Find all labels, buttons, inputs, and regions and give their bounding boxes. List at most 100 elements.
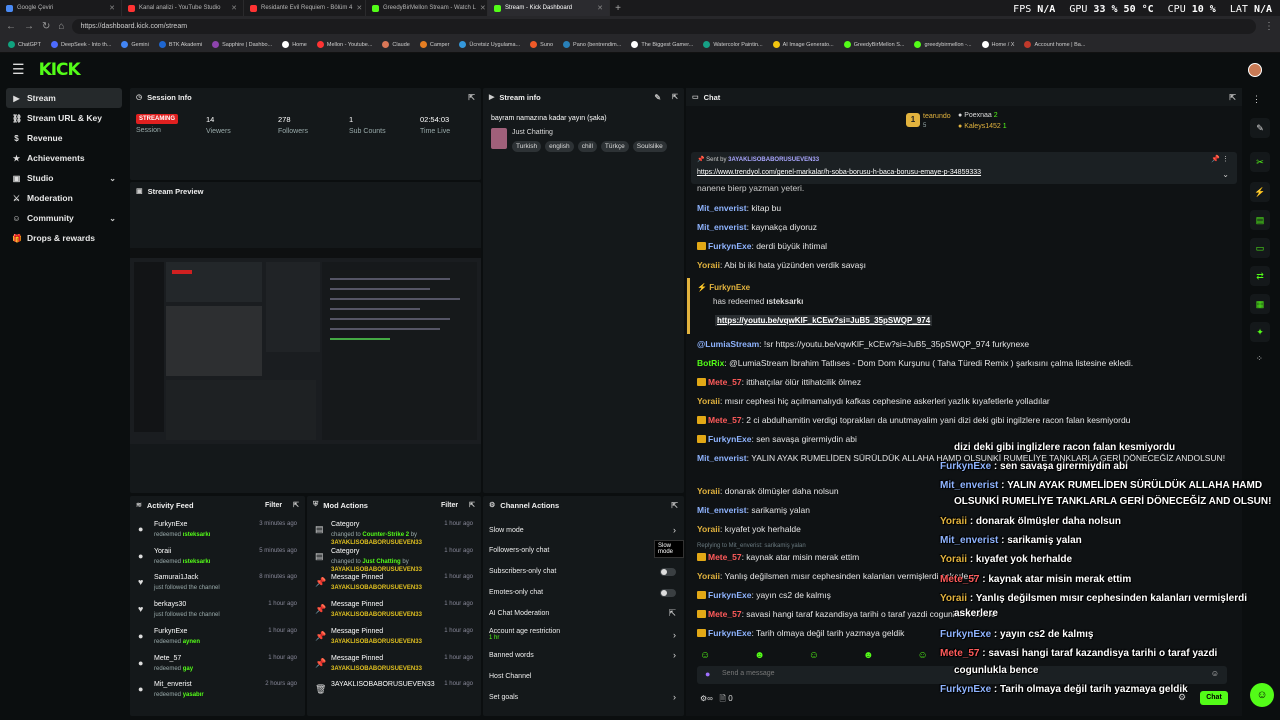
expand-icon[interactable]: ⌄ [1222, 170, 1229, 179]
chat-send-button[interactable]: Chat [1200, 691, 1228, 705]
chat-message[interactable]: Mit_enverist: kitap bu [697, 202, 1227, 214]
sidebar-item[interactable]: ▣ Studio ⌄ [6, 168, 122, 188]
bookmark-item[interactable]: Home / X [978, 41, 1019, 48]
popout-icon[interactable]: ⇱ [1229, 93, 1236, 102]
sidebar-item[interactable]: ▶ Stream [6, 88, 122, 108]
sidebar-item[interactable]: $ Revenue [6, 128, 122, 148]
chevron-right-icon[interactable]: › [673, 650, 676, 660]
mic-icon[interactable]: ● [705, 669, 710, 679]
chat-username[interactable]: Yoraii [697, 260, 720, 270]
channel-action-item[interactable]: Emotes-only chat [489, 584, 676, 602]
chat-username[interactable]: Mete_57 [708, 552, 742, 562]
support-chat-icon[interactable]: ☺ [1250, 683, 1274, 707]
emoji-picker-icon[interactable]: ☺ [1211, 669, 1219, 678]
browser-tab[interactable]: Residante Evil Requiem - Bölüm 4 ✕ [244, 0, 366, 16]
activity-user[interactable]: FurkynExe [154, 521, 187, 528]
chat-message[interactable]: Yoraii: mısır cephesi hiç açılmamalıydı … [697, 395, 1227, 407]
chat-username[interactable]: FurkynExe [708, 434, 751, 444]
chat-username[interactable]: Yoraii [697, 396, 720, 406]
bookmark-item[interactable]: AI Image Generato... [769, 41, 838, 48]
chat-username[interactable]: Mete_57 [708, 415, 742, 425]
preview-video[interactable] [130, 248, 481, 444]
popout-icon[interactable]: ⇱ [672, 93, 678, 101]
bookmark-item[interactable]: Claude [378, 41, 413, 48]
chevron-right-icon[interactable]: › [673, 692, 676, 702]
bookmark-item[interactable]: The Biggest Gamer... [627, 41, 697, 48]
emote-icon[interactable]: ☺ [918, 650, 928, 661]
chat-message[interactable]: Mete_57: 2 ci abdulhamitin verdigi topra… [697, 414, 1227, 426]
host-icon[interactable]: ▦ [1250, 294, 1270, 314]
activity-user[interactable]: FurkynExe [154, 628, 187, 635]
mod-action-user[interactable]: 3AYAKLISOBABORUSUEVEN33 [331, 666, 422, 672]
popout-icon[interactable]: ⇱ [468, 93, 475, 102]
chat-message[interactable]: BotRix: @LumiaStream İbrahim Tatlıses - … [697, 357, 1227, 369]
clipboard-icon[interactable]: ▤ [1250, 210, 1270, 230]
chat-username[interactable]: BotRix [697, 358, 724, 368]
message-icon[interactable]: ▭ [1250, 238, 1270, 258]
emote-icon[interactable]: ☺ [809, 650, 819, 661]
mod-action-user[interactable]: 3AYAKLISOBABORUSUEVEN33 [331, 585, 422, 591]
tab-close-icon[interactable]: ✕ [231, 4, 237, 12]
toggle-switch[interactable] [660, 588, 676, 597]
chat-username[interactable]: Yoraii [697, 524, 720, 534]
mod-action-user[interactable]: 3AYAKLISOBABORUSUEVEN33 [331, 639, 422, 645]
reload-icon[interactable]: ↻ [42, 21, 50, 32]
activity-user[interactable]: berkays30 [154, 601, 186, 608]
chat-username[interactable]: FurkynExe [708, 241, 751, 251]
tab-close-icon[interactable]: ✕ [597, 4, 603, 12]
bookmark-item[interactable]: ChatGPT [4, 41, 45, 48]
bookmark-item[interactable]: GreedyBirMellon S... [840, 41, 909, 48]
pen-icon[interactable]: ✎ [1250, 118, 1270, 138]
sidebar-item[interactable]: ⛓ Stream URL & Key [6, 108, 122, 128]
chat-username[interactable]: Yoraii [697, 486, 720, 496]
browser-tab[interactable]: GreedyBirMellon Stream - Watch L ✕ [366, 0, 488, 16]
forward-icon[interactable]: → [24, 21, 34, 32]
sidebar-item[interactable]: ★ Achievements [6, 148, 122, 168]
channel-action-item[interactable]: Set goals › [489, 688, 676, 706]
chevron-right-icon[interactable]: › [673, 525, 676, 535]
stream-tag[interactable]: chill [577, 141, 597, 152]
bookmark-item[interactable]: Account home | Ba... [1020, 41, 1089, 48]
chevron-right-icon[interactable]: › [673, 630, 676, 640]
chat-message[interactable]: Mete_57: ittihatçılar ölür ittihatcilik … [697, 376, 1227, 388]
chevron-down-icon[interactable]: ⌄ [109, 174, 116, 183]
emote-icon[interactable]: ☻ [754, 650, 765, 661]
bookmark-item[interactable]: Suno [526, 41, 557, 48]
home-icon[interactable]: ⌂ [58, 21, 64, 32]
mod-action-user[interactable]: 3AYAKLISOBABORUSUEVEN33 [331, 612, 422, 618]
bookmark-item[interactable]: Pano (bentrendim... [559, 41, 625, 48]
popout-icon[interactable]: ⇱ [671, 501, 678, 510]
toggle-switch[interactable] [660, 567, 676, 576]
activity-user[interactable]: Mit_enverist [154, 681, 192, 688]
chat-username[interactable]: Yoraii [697, 571, 720, 581]
chat-username[interactable]: Mit_enverist [697, 453, 747, 463]
bookmark-item[interactable]: Ücretsiz Uygulama... [455, 41, 524, 48]
bookmark-item[interactable]: DeepSeek - Into th... [47, 41, 115, 48]
channel-action-item[interactable]: Slow mode › [489, 521, 676, 539]
browser-tab[interactable]: Kanal analizi - YouTube Studio ✕ [122, 0, 244, 16]
stream-tag[interactable]: Soulslike [632, 141, 667, 152]
redeem-link[interactable]: https://youtu.be/vqwKlF_kCEw?si=JuB5_35p… [715, 315, 933, 326]
bookmark-item[interactable]: Home [278, 41, 311, 48]
bookmark-item[interactable]: Sapphire | Dashbo... [208, 41, 276, 48]
menu-icon[interactable]: ⋮ [1264, 21, 1274, 32]
chat-username[interactable]: Mit_enverist [697, 505, 747, 515]
emote-icon[interactable]: ☺ [700, 650, 710, 661]
cut-icon[interactable]: ✂ [1250, 152, 1270, 172]
bookmark-item[interactable]: BTK Akademi [155, 41, 206, 48]
chat-username[interactable]: FurkynExe [708, 628, 751, 638]
chat-username[interactable]: FurkynExe [708, 590, 751, 600]
chat-username[interactable]: @LumiaStream [697, 339, 759, 349]
chat-message[interactable]: Mit_enverist: kaynakça diyoruz [697, 221, 1227, 233]
pinned-link[interactable]: https://www.trendyol.com/genel-markalar/… [697, 169, 981, 176]
chat-username[interactable]: Mete_57 [708, 377, 742, 387]
chat-message[interactable]: @LumiaStream: !sr https://youtu.be/vqwKl… [697, 338, 1227, 350]
tab-close-icon[interactable]: ✕ [109, 4, 115, 12]
mod-action-user[interactable]: 3AYAKLISOBABORUSUEVEN33 [331, 567, 422, 573]
channel-action-item[interactable]: Subscribers-only chat [489, 563, 676, 581]
chat-message[interactable]: Yoraii: Abi bi iki hata yüzünden verdik … [697, 259, 1227, 271]
external-link-icon[interactable]: ⇱ [668, 608, 676, 619]
tab-close-icon[interactable]: ✕ [480, 4, 486, 12]
activity-user[interactable]: Yoraii [154, 548, 171, 555]
share-icon[interactable]: ⁘ [1256, 354, 1263, 363]
